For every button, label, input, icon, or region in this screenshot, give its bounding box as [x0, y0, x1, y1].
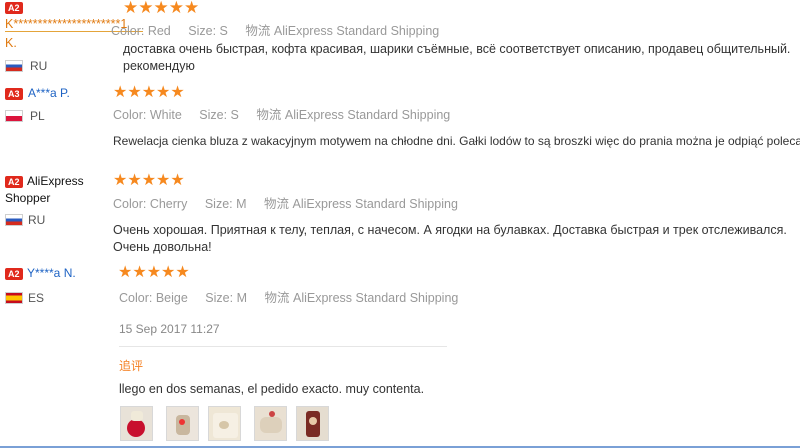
buyer-country: RU	[28, 213, 46, 227]
sku-info: Color: Beige Size: M 物流 AliExpress Stand…	[119, 287, 458, 306]
color-value: Cherry	[149, 197, 188, 211]
buyer-country: PL	[30, 109, 45, 123]
buyer-level-badge: A2	[5, 2, 23, 14]
review-photo-thumbnail[interactable]	[296, 406, 329, 441]
buyer-level-badge: A2	[5, 176, 23, 188]
buyer-name[interactable]: K**********************1	[5, 17, 127, 31]
star-rating: ★★★★★	[123, 0, 200, 17]
size-label: Size:	[199, 108, 228, 122]
review-date: 15 Sep 2017 11:27	[119, 322, 220, 336]
color-value: White	[149, 108, 182, 122]
star-rating: ★★★★★	[118, 264, 190, 281]
review-text: Очень хорошая. Приятная к телу, теплая, …	[113, 223, 787, 254]
shipping-label: 物流	[264, 291, 290, 305]
sku-info: Color: Red Size: S 物流 AliExpress Standar…	[111, 20, 439, 39]
shipping-method: AliExpress Standard Shipping	[292, 291, 459, 305]
review-photo-thumbnail[interactable]	[208, 406, 241, 441]
review-text: Rewelacja cienka bluza z wakacyjnym moty…	[113, 134, 800, 148]
color-value: Red	[147, 24, 171, 38]
shipping-method: AliExpress Standard Shipping	[273, 24, 440, 38]
buyer-name-line2[interactable]: K.	[5, 36, 17, 50]
russia-flag-icon	[5, 214, 23, 226]
color-label: Color:	[113, 108, 147, 122]
buyer-level-badge: A2	[5, 268, 23, 280]
size-value: M	[236, 197, 247, 211]
review-photo-thumbnail[interactable]	[166, 406, 199, 441]
star-rating: ★★★★★	[113, 172, 185, 189]
color-label: Color:	[119, 291, 153, 305]
size-label: Size:	[188, 24, 217, 38]
size-label: Size:	[204, 197, 233, 211]
buyer-country: ES	[28, 291, 45, 305]
sku-info: Color: Cherry Size: M 物流 AliExpress Stan…	[113, 193, 458, 212]
star-rating: ★★★★★	[113, 84, 185, 101]
followup-text: llego en dos semanas, el pedido exacto. …	[119, 382, 425, 396]
divider	[119, 346, 447, 347]
russia-flag-icon	[5, 60, 23, 72]
shipping-method: AliExpress Standard Shipping	[292, 197, 458, 211]
spain-flag-icon	[5, 292, 23, 304]
buyer-name-line2: Shopper	[5, 191, 51, 205]
color-label: Color:	[113, 197, 147, 211]
color-value: Beige	[155, 291, 188, 305]
shipping-label: 物流	[256, 108, 282, 122]
buyer-name[interactable]: A***a P.	[28, 86, 70, 100]
buyer-country: RU	[30, 59, 48, 73]
size-value: M	[236, 291, 247, 305]
size-value: S	[219, 24, 228, 38]
shipping-method: AliExpress Standard Shipping	[284, 108, 451, 122]
buyer-name: AliExpress	[27, 174, 84, 188]
buyer-level-badge: A3	[5, 88, 23, 100]
size-value: S	[230, 108, 239, 122]
followup-label: 追评	[119, 359, 144, 373]
review-text: доставка очень быстрая, кофта красивая, …	[123, 42, 791, 73]
size-label: Size:	[205, 291, 234, 305]
shipping-label: 物流	[264, 197, 290, 211]
color-label: Color:	[111, 24, 145, 38]
buyer-name[interactable]: Y****a N.	[27, 266, 76, 280]
sku-info: Color: White Size: S 物流 AliExpress Stand…	[113, 104, 450, 123]
review-photo-thumbnail[interactable]	[254, 406, 287, 441]
poland-flag-icon	[5, 110, 23, 122]
shipping-label: 物流	[245, 24, 271, 38]
review-photo-thumbnail[interactable]	[120, 406, 153, 441]
